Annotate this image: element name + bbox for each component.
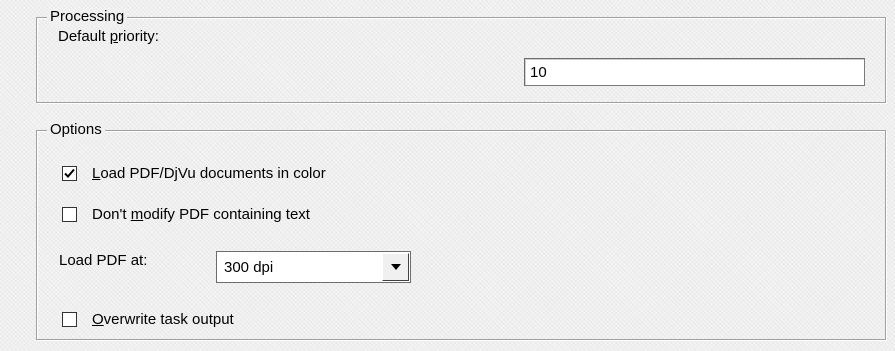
options-group: Options Load PDF/DjVu documents in color… [36,121,886,340]
load-color-label: Load PDF/DjVu documents in color [92,165,326,182]
load-pdf-dpi-value: 300 dpi [224,259,274,276]
check-icon [64,168,75,178]
overwrite-checkbox[interactable] [62,312,77,327]
overwrite-label: Overwrite task output [92,311,234,328]
load-color-checkbox[interactable] [62,166,77,181]
default-priority-input[interactable]: 10 [524,58,865,86]
dropdown-button[interactable] [382,253,409,281]
dont-modify-checkbox[interactable] [62,207,77,222]
default-priority-label: Default priority: [58,28,159,45]
processing-group-title: Processing [47,8,128,26]
processing-group: Processing Default priority: 10 [36,8,886,103]
load-pdf-dpi-select[interactable]: 300 dpi [216,251,411,283]
load-pdf-at-label: Load PDF at: [59,252,148,269]
default-priority-value: 10 [530,64,547,81]
dont-modify-label: Don't modify PDF containing text [92,206,310,223]
dropdown-arrow-icon [391,264,401,270]
options-group-title: Options [47,121,105,139]
